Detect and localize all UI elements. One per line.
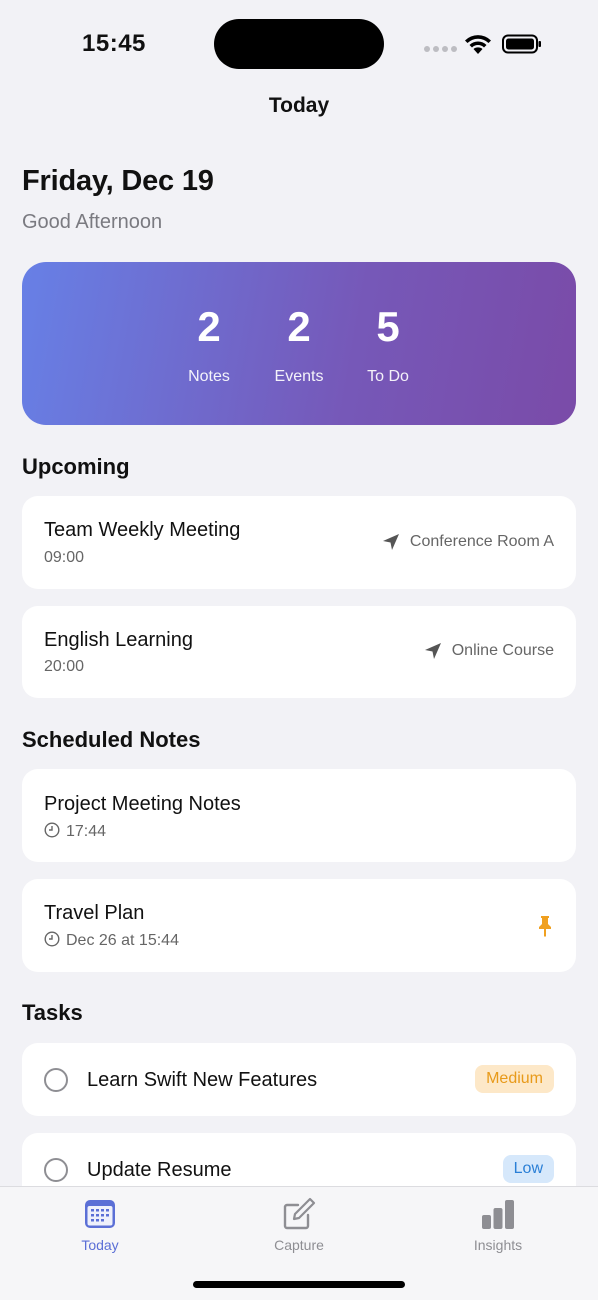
priority-badge: Low — [502, 1155, 554, 1183]
location-arrow-icon — [424, 643, 441, 659]
bar-chart-icon — [482, 1200, 514, 1229]
status-time: 15:45 — [82, 30, 146, 57]
event-location-text: Online Course — [451, 642, 554, 659]
note-schedule: 17:44 — [44, 822, 106, 841]
events-label: Events — [274, 368, 324, 385]
tab-label: Capture — [274, 1237, 324, 1253]
battery-icon — [502, 34, 541, 54]
cellular-signal-icon — [424, 46, 457, 52]
summary-card: 2 Notes 2 Events 5 To Do — [22, 262, 576, 425]
task-label: Learn Swift New Features — [87, 1069, 318, 1091]
todo-stat[interactable]: 5 To Do — [343, 306, 433, 386]
event-location: Online Course — [424, 642, 554, 660]
tab-label: Today — [81, 1237, 119, 1253]
clock-icon — [44, 822, 60, 838]
tab-insights[interactable]: Insights — [443, 1197, 553, 1253]
event-card[interactable]: English Learning 20:00 Online Course — [22, 606, 576, 698]
status-bar: 15:45 — [0, 0, 598, 90]
note-schedule: Dec 26 at 15:44 — [44, 931, 179, 950]
event-location: Conference Room A — [382, 533, 554, 551]
tab-label: Insights — [473, 1237, 523, 1253]
task-card[interactable]: Learn Swift New Features Medium — [22, 1043, 576, 1116]
task-checkbox[interactable] — [44, 1068, 68, 1092]
dynamic-island — [214, 19, 384, 69]
location-arrow-icon — [382, 534, 399, 550]
nav-title: Today — [268, 94, 330, 117]
events-stat[interactable]: 2 Events — [254, 306, 344, 386]
note-title: Project Meeting Notes — [44, 793, 241, 815]
todo-label: To Do — [367, 368, 409, 385]
note-title: Travel Plan — [44, 902, 145, 924]
note-time: 17:44 — [66, 823, 107, 840]
home-indicator[interactable] — [193, 1281, 405, 1288]
calendar-icon — [85, 1200, 115, 1228]
tab-today[interactable]: Today — [45, 1197, 155, 1253]
todo-count: 5 — [376, 303, 400, 350]
event-card[interactable]: Team Weekly Meeting 09:00 Conference Roo… — [22, 496, 576, 589]
events-count: 2 — [287, 303, 311, 350]
wifi-icon — [465, 35, 491, 54]
tasks-section-title: Tasks — [22, 1000, 83, 1025]
today-screen: 15:45 Today Friday, Dec 19 Good Afternoo… — [0, 0, 598, 1300]
pin-icon — [539, 916, 551, 937]
event-location-text: Conference Room A — [409, 533, 554, 550]
page-date: Friday, Dec 19 — [22, 165, 214, 197]
upcoming-section-title: Upcoming — [22, 454, 130, 479]
notes-count: 2 — [197, 303, 221, 350]
event-time: 20:00 — [44, 658, 85, 675]
compose-icon — [283, 1197, 316, 1230]
tab-capture[interactable]: Capture — [244, 1197, 354, 1253]
task-label: Update Resume — [87, 1159, 232, 1181]
event-time: 09:00 — [44, 549, 85, 566]
clock-icon — [44, 931, 60, 947]
task-checkbox[interactable] — [44, 1158, 68, 1182]
note-card[interactable]: Project Meeting Notes 17:44 — [22, 769, 576, 862]
priority-badge: Medium — [475, 1065, 554, 1093]
greeting-text: Good Afternoon — [22, 211, 163, 233]
notes-stat[interactable]: 2 Notes — [164, 306, 254, 386]
event-title: Team Weekly Meeting — [44, 519, 241, 541]
scheduled-notes-section-title: Scheduled Notes — [22, 727, 201, 752]
note-card[interactable]: Travel Plan Dec 26 at 15:44 — [22, 879, 576, 972]
note-time: Dec 26 at 15:44 — [66, 932, 179, 949]
notes-label: Notes — [188, 368, 230, 385]
event-title: English Learning — [44, 629, 193, 651]
